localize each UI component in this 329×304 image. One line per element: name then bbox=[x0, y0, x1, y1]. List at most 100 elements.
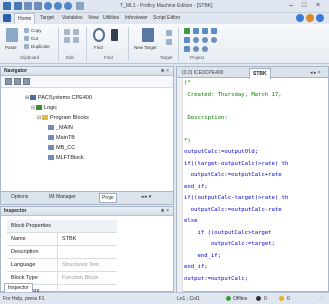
warning-icon bbox=[279, 296, 284, 301]
code-line[interactable]: end_if; bbox=[184, 264, 208, 270]
code-line[interactable]: if((target-outputCalc)>rate) th bbox=[184, 161, 288, 167]
code-line[interactable]: if((outputCalc-target)>rate) th bbox=[184, 195, 288, 201]
find-button[interactable]: Find bbox=[94, 45, 103, 50]
target-icon-2[interactable] bbox=[166, 39, 172, 45]
edit-icon-3[interactable] bbox=[73, 29, 79, 35]
redo-icon[interactable] bbox=[34, 2, 42, 10]
menu-infoviewer[interactable]: Infoviewer bbox=[125, 15, 148, 21]
tab-options[interactable]: Options bbox=[11, 194, 28, 200]
property-row-name[interactable]: Name STBK bbox=[7, 233, 117, 246]
nav-view-icon-2[interactable] bbox=[14, 78, 21, 85]
code-line[interactable]: outputCalc:=outputCalc-rate bbox=[184, 207, 282, 213]
project-icon-7[interactable] bbox=[202, 37, 208, 43]
maximize-button[interactable]: □ bbox=[299, 2, 309, 10]
project-icon-2[interactable] bbox=[193, 28, 199, 34]
help-icon[interactable] bbox=[296, 14, 304, 22]
save-icon[interactable] bbox=[14, 2, 22, 10]
copy-icon[interactable] bbox=[24, 28, 29, 33]
tree-item-mb-cc[interactable]: MB_CC bbox=[48, 145, 75, 151]
duplicate-icon[interactable] bbox=[24, 44, 29, 49]
pin-icon[interactable]: ⊕ × bbox=[161, 208, 170, 214]
tab-scroll-arrows[interactable]: ◂ ▸ ▾ bbox=[141, 194, 151, 200]
menu-view[interactable]: View bbox=[88, 15, 99, 21]
tab-target-editor[interactable]: (0.0) ICE0CPE400 bbox=[179, 68, 226, 78]
code-line[interactable]: output:=outputCalc; bbox=[184, 276, 248, 282]
paste-button[interactable]: Paste bbox=[5, 45, 17, 50]
paste-icon[interactable] bbox=[6, 28, 18, 42]
find-options-icon[interactable] bbox=[111, 29, 118, 41]
new-target-button[interactable]: New Target bbox=[134, 45, 157, 50]
edit-icon-4[interactable] bbox=[73, 37, 79, 43]
undo-icon[interactable] bbox=[24, 2, 32, 10]
menu-utilities[interactable]: Utilities bbox=[103, 15, 119, 21]
download-icon[interactable] bbox=[64, 2, 72, 10]
menu-home[interactable]: Home bbox=[14, 13, 36, 24]
copy-button[interactable]: Copy bbox=[31, 28, 42, 33]
menu-script-editor[interactable]: Script Editor bbox=[153, 15, 180, 21]
online-icon[interactable] bbox=[54, 2, 62, 10]
cut-button[interactable]: Cut bbox=[31, 36, 38, 41]
code-line[interactable]: Created: Thursday, March 17, bbox=[184, 92, 281, 98]
project-icon-3[interactable] bbox=[202, 28, 208, 34]
project-icon-5[interactable] bbox=[184, 37, 190, 43]
project-check-icon[interactable] bbox=[184, 28, 190, 34]
property-value: Structured Text bbox=[62, 262, 99, 268]
status-help-text: For Help, press F1 bbox=[3, 296, 45, 302]
property-row-description[interactable]: Description bbox=[7, 246, 117, 259]
project-icon-4[interactable] bbox=[211, 28, 217, 34]
cut-icon[interactable] bbox=[24, 36, 29, 41]
property-value-cell[interactable] bbox=[57, 246, 117, 258]
duplicate-button[interactable]: Duplicate bbox=[31, 44, 50, 49]
project-icon-11[interactable] bbox=[202, 46, 208, 52]
tree-item-target[interactable]: ⊞ PACSystems CPE400 bbox=[25, 95, 92, 101]
project-icon-6[interactable] bbox=[193, 37, 199, 43]
code-line[interactable]: (* bbox=[184, 80, 191, 86]
menu-target[interactable]: Target bbox=[40, 15, 54, 21]
tree-item-main[interactable]: _MAIN bbox=[48, 125, 73, 131]
tab-im-manager[interactable]: IM Manager bbox=[49, 194, 76, 200]
find-icon[interactable] bbox=[93, 28, 105, 42]
property-value[interactable]: STBK bbox=[62, 236, 76, 242]
nav-view-icon-1[interactable] bbox=[5, 78, 12, 85]
code-line[interactable]: Description: bbox=[184, 115, 227, 121]
app-menu-icon[interactable] bbox=[3, 14, 11, 22]
pin-icon[interactable]: ⊕ × bbox=[161, 68, 170, 74]
code-editor[interactable]: (0.0) ICE0CPE400 STBK ◂ ▸ × (* Created: … bbox=[176, 66, 329, 293]
code-line[interactable]: outputCalc:=outputCalc+rate bbox=[184, 172, 282, 178]
tab-project[interactable]: Proje bbox=[99, 193, 117, 203]
project-icon-10[interactable] bbox=[193, 46, 199, 52]
property-row-language: Language Structured Text bbox=[7, 259, 117, 272]
code-line[interactable]: outputCalc:=outputOld; bbox=[184, 149, 258, 155]
build-icon[interactable] bbox=[44, 2, 52, 10]
edit-icon-1[interactable] bbox=[64, 29, 70, 35]
options-icon[interactable] bbox=[306, 14, 314, 22]
tree-item-program-blocks[interactable]: ⊟ Program Blocks bbox=[37, 115, 89, 121]
close-button[interactable]: × bbox=[313, 2, 323, 10]
project-icon-8[interactable] bbox=[211, 37, 217, 43]
code-line[interactable]: else bbox=[184, 218, 197, 224]
tree-label: MainTB bbox=[56, 135, 75, 141]
tree-label: Program Blocks bbox=[50, 115, 89, 121]
resize-grip-icon[interactable]: ⋰ bbox=[318, 296, 323, 302]
code-line[interactable]: end_if; bbox=[184, 184, 208, 190]
code-line[interactable]: end_if; bbox=[184, 253, 221, 259]
code-line[interactable]: if ((outputCalc>target bbox=[184, 230, 271, 236]
code-line[interactable]: *) bbox=[184, 138, 191, 144]
minimize-button[interactable]: – bbox=[286, 2, 296, 10]
nav-view-icon-3[interactable] bbox=[23, 78, 30, 85]
tree-item-mlftblock[interactable]: MLFTBlock bbox=[48, 155, 84, 161]
quick-access-dropdown-icon[interactable] bbox=[76, 2, 84, 10]
tree-item-maintb[interactable]: MainTB bbox=[48, 135, 75, 141]
editor-tab-controls[interactable]: ◂ ▸ × bbox=[307, 68, 324, 78]
target-group-label: Target bbox=[160, 55, 173, 60]
property-value: Function Block bbox=[62, 275, 99, 281]
code-area[interactable]: (* Created: Thursday, March 17, Descript… bbox=[184, 78, 329, 293]
project-icon-9[interactable] bbox=[184, 46, 190, 52]
menu-variables[interactable]: Variables bbox=[62, 15, 82, 21]
info-icon[interactable] bbox=[316, 14, 324, 22]
new-target-icon[interactable] bbox=[142, 28, 154, 42]
tree-item-logic[interactable]: ⊟ Logic bbox=[31, 105, 57, 111]
code-line[interactable]: outputCalc:=target; bbox=[184, 241, 275, 247]
target-icon-1[interactable] bbox=[166, 30, 172, 36]
edit-icon-2[interactable] bbox=[64, 37, 70, 43]
